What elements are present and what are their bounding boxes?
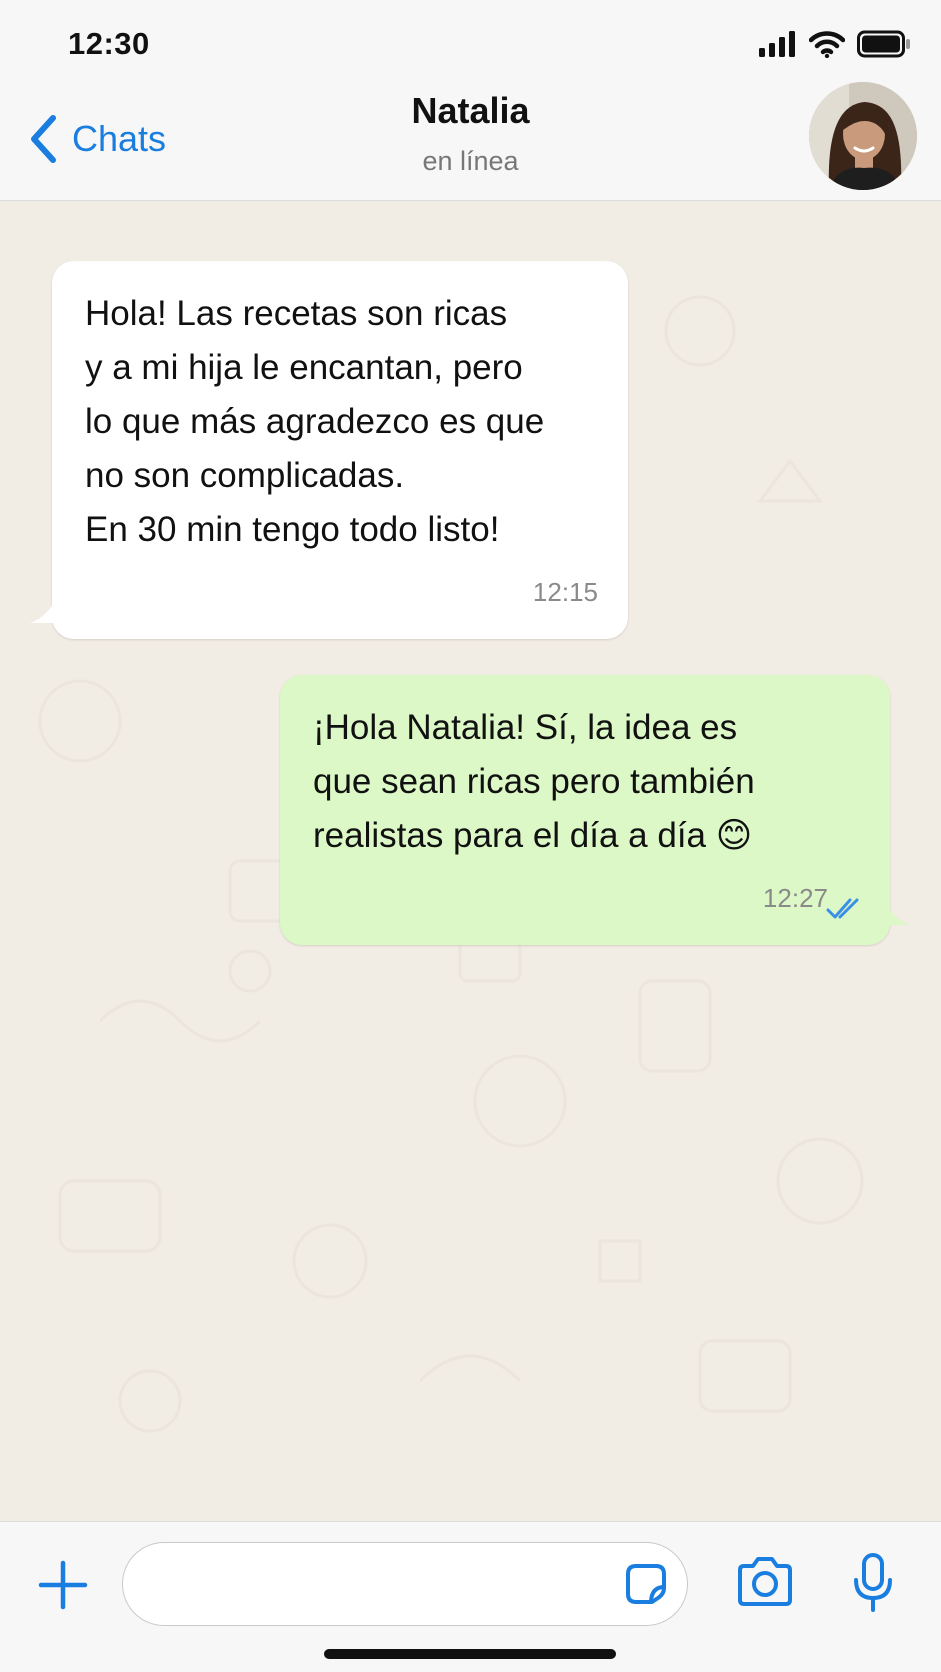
home-indicator	[324, 1649, 616, 1659]
input-bar	[0, 1521, 941, 1672]
avatar[interactable]	[809, 82, 917, 190]
double-check-icon	[826, 898, 859, 919]
camera-icon[interactable]	[736, 1556, 794, 1608]
message-incoming[interactable]: Hola! Las recetas son ricas y a mi hija …	[30, 261, 628, 639]
status-time: 12:30	[68, 26, 150, 61]
bubble-tail-outgoing	[882, 897, 910, 925]
message-text: Hola! Las recetas son ricas y a mi hija …	[85, 294, 545, 549]
message-time: 12:27	[762, 883, 828, 913]
sticker-icon[interactable]	[622, 1560, 670, 1608]
microphone-icon[interactable]	[850, 1552, 896, 1614]
status-bar: 12:30	[0, 0, 941, 90]
message-text: ¡Hola Natalia! Sí, la idea es que sean r…	[313, 708, 755, 855]
message-outgoing[interactable]: ¡Hola Natalia! Sí, la idea es que sean r…	[280, 675, 910, 945]
chat-area[interactable]: Hola! Las recetas son ricas y a mi hija …	[0, 201, 941, 1521]
contact-name[interactable]: Natalia	[0, 90, 941, 132]
contact-status: en línea	[422, 146, 519, 176]
battery-icon	[857, 30, 910, 58]
chat-screen: 12:30 Chats Natalia en línea Hola! Las r…	[0, 0, 941, 1672]
plus-icon[interactable]	[38, 1560, 88, 1610]
status-icons	[759, 30, 911, 58]
avatar-photo	[809, 82, 917, 190]
message-time: 12:15	[532, 577, 598, 607]
signal-icon	[759, 31, 795, 57]
chat-header: Chats Natalia en línea	[0, 82, 941, 201]
wifi-icon	[809, 31, 845, 58]
bubble-tail-incoming	[30, 595, 58, 623]
message-input[interactable]	[122, 1542, 688, 1626]
